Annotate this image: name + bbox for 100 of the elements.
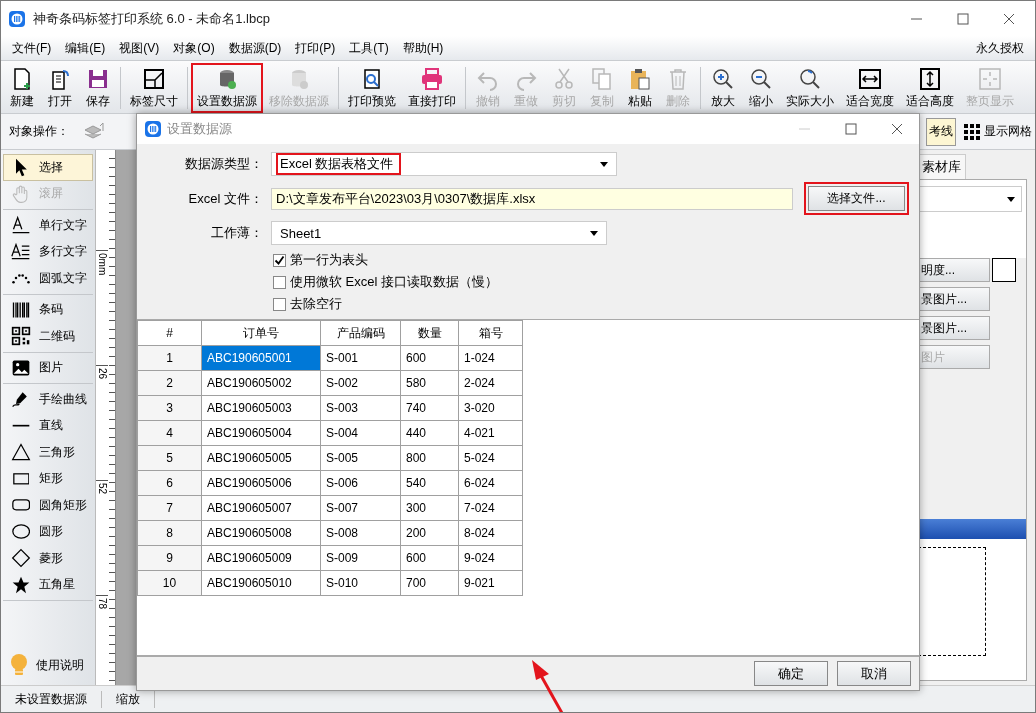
checkbox-label[interactable]: 去除空行 — [290, 295, 342, 313]
magnifier-icon — [798, 66, 822, 91]
table-cell: ABC190605010 — [201, 570, 321, 596]
tool-item[interactable]: 直线 — [3, 412, 93, 439]
table-cell: ABC190605008 — [201, 520, 321, 546]
tool-item[interactable]: 圆弧文字 — [3, 265, 93, 292]
line-icon — [11, 424, 31, 428]
row-number[interactable]: 4 — [137, 420, 202, 446]
table-cell: 1-024 — [458, 345, 523, 371]
row-number[interactable]: 1 — [137, 345, 202, 371]
row-number[interactable]: 10 — [137, 570, 202, 596]
help-button[interactable]: 使用说明 — [3, 653, 93, 683]
table-cell: 300 — [400, 495, 459, 521]
table-cell: 600 — [400, 345, 459, 371]
row-number[interactable]: 6 — [137, 470, 202, 496]
toolbar-button[interactable]: 直接打印 — [402, 63, 462, 113]
horizontal-arrows-icon — [858, 66, 882, 91]
table-cell: S-003 — [320, 395, 401, 421]
tool-item[interactable]: 圆形 — [3, 518, 93, 545]
row-number[interactable]: 5 — [137, 445, 202, 471]
panel-button[interactable]: 明度... — [918, 258, 990, 282]
column-header[interactable]: 产品编码 — [320, 320, 401, 346]
column-header[interactable]: 箱号 — [458, 320, 523, 346]
checkbox[interactable] — [273, 297, 286, 311]
tool-item[interactable]: 单行文字 — [3, 212, 93, 239]
table-cell: S-002 — [320, 370, 401, 396]
column-header[interactable]: 订单号 — [201, 320, 321, 346]
toolbar-button[interactable]: 粘贴 — [621, 63, 659, 113]
menu-item[interactable]: 工具(T) — [342, 39, 396, 57]
panel-tab[interactable]: 素材库 — [917, 154, 966, 179]
menu-item[interactable]: 编辑(E) — [58, 39, 113, 57]
toolbar-button[interactable]: 适合宽度 — [840, 63, 900, 113]
table-cell: 2-024 — [458, 370, 523, 396]
toolbar-button[interactable]: 适合高度 — [900, 63, 960, 113]
field-label: 数据源类型： — [184, 155, 263, 173]
menu-item[interactable]: 数据源(D) — [221, 39, 289, 57]
scissors-icon — [552, 66, 576, 91]
dropdown-field[interactable]: Excel 数据表格文件 — [271, 152, 617, 176]
tool-item[interactable]: 矩形 — [3, 465, 93, 492]
panel-button[interactable]: 景图片... — [918, 287, 990, 311]
tool-item[interactable]: 多行文字 — [3, 238, 93, 265]
table-cell: S-004 — [320, 420, 401, 446]
choose-file-button[interactable]: 选择文件... — [808, 186, 905, 211]
menu-item[interactable]: 视图(V) — [112, 39, 167, 57]
table-cell: 540 — [400, 470, 459, 496]
checkbox-label[interactable]: 使用微软 Excel 接口读取数据（慢） — [290, 273, 498, 291]
table-cell: S-006 — [320, 470, 401, 496]
table-cell: 4-021 — [458, 420, 523, 446]
dropdown-field[interactable] — [918, 186, 1022, 212]
row-number[interactable]: 9 — [137, 545, 202, 571]
toolbar-button[interactable]: 实际大小 — [780, 63, 840, 113]
panel-button[interactable]: 景图片... — [918, 316, 990, 340]
toolbar-button[interactable]: 放大 — [704, 63, 742, 113]
menu-item[interactable]: 文件(F) — [5, 39, 59, 57]
close-icon[interactable] — [889, 121, 905, 137]
file-path-field[interactable]: D:\文章发布平台\2023\03月\0307\数据库.xlsx — [271, 187, 793, 210]
table-cell: 7-024 — [458, 495, 523, 521]
row-number[interactable]: 3 — [137, 395, 202, 421]
checkbox[interactable] — [273, 253, 286, 267]
toolbar-button[interactable]: 标签尺寸 — [124, 63, 184, 113]
row-number[interactable]: 7 — [137, 495, 202, 521]
toolbar-button[interactable]: 打印预览 — [342, 63, 402, 113]
maximize-icon[interactable] — [843, 121, 859, 137]
column-header[interactable]: 数量 — [400, 320, 459, 346]
dropdown-field[interactable]: Sheet1 — [271, 221, 607, 245]
checkbox[interactable] — [273, 275, 286, 289]
column-header[interactable]: # — [137, 320, 202, 346]
row-number[interactable]: 8 — [137, 520, 202, 546]
row-number[interactable]: 2 — [137, 370, 202, 396]
caret-icon — [590, 230, 598, 236]
lightbulb-icon — [9, 653, 29, 677]
tool-item[interactable]: 图片 — [3, 354, 93, 381]
tool-item[interactable]: 选择 — [3, 154, 93, 181]
tool-item[interactable]: 手绘曲线 — [3, 386, 93, 413]
toolbar-button[interactable]: 设置数据源 — [191, 63, 263, 113]
tool-item[interactable]: 五角星 — [3, 571, 93, 598]
maximize-icon[interactable] — [955, 10, 971, 27]
color-swatch[interactable] — [992, 258, 1016, 282]
menu-item[interactable]: 对象(O) — [166, 39, 222, 57]
tool-item[interactable]: 三角形 — [3, 439, 93, 466]
toolbar-button[interactable]: 保存 — [79, 63, 117, 113]
dialog-button[interactable]: 确定 — [754, 661, 828, 686]
rounded-rectangle-icon — [11, 499, 31, 512]
toolbar-toggle[interactable]: 显示网格 — [960, 117, 1035, 146]
table-cell: 9-021 — [458, 570, 523, 596]
table-cell: ABC190605009 — [201, 545, 321, 571]
menu-item[interactable]: 打印(P) — [288, 39, 343, 57]
tool-item[interactable]: 圆角矩形 — [3, 492, 93, 519]
tool-item[interactable]: 二维码 — [3, 323, 93, 350]
toolbar-button[interactable]: 缩小 — [742, 63, 780, 113]
toolbar-button[interactable]: 新建 — [3, 63, 41, 113]
checkbox-label[interactable]: 第一行为表头 — [290, 251, 368, 269]
caret-icon — [1007, 196, 1015, 202]
dialog-button[interactable]: 取消 — [837, 661, 911, 686]
tool-item[interactable]: 条码 — [3, 296, 93, 323]
four-arrows-icon — [978, 66, 1002, 91]
tool-item[interactable]: 菱形 — [3, 545, 93, 572]
window-title: 神奇条码标签打印系统 6.0 - 未命名1.lbcp — [33, 9, 271, 28]
toolbar-button[interactable]: 打开 — [41, 63, 79, 113]
menu-item[interactable]: 帮助(H) — [395, 39, 451, 57]
